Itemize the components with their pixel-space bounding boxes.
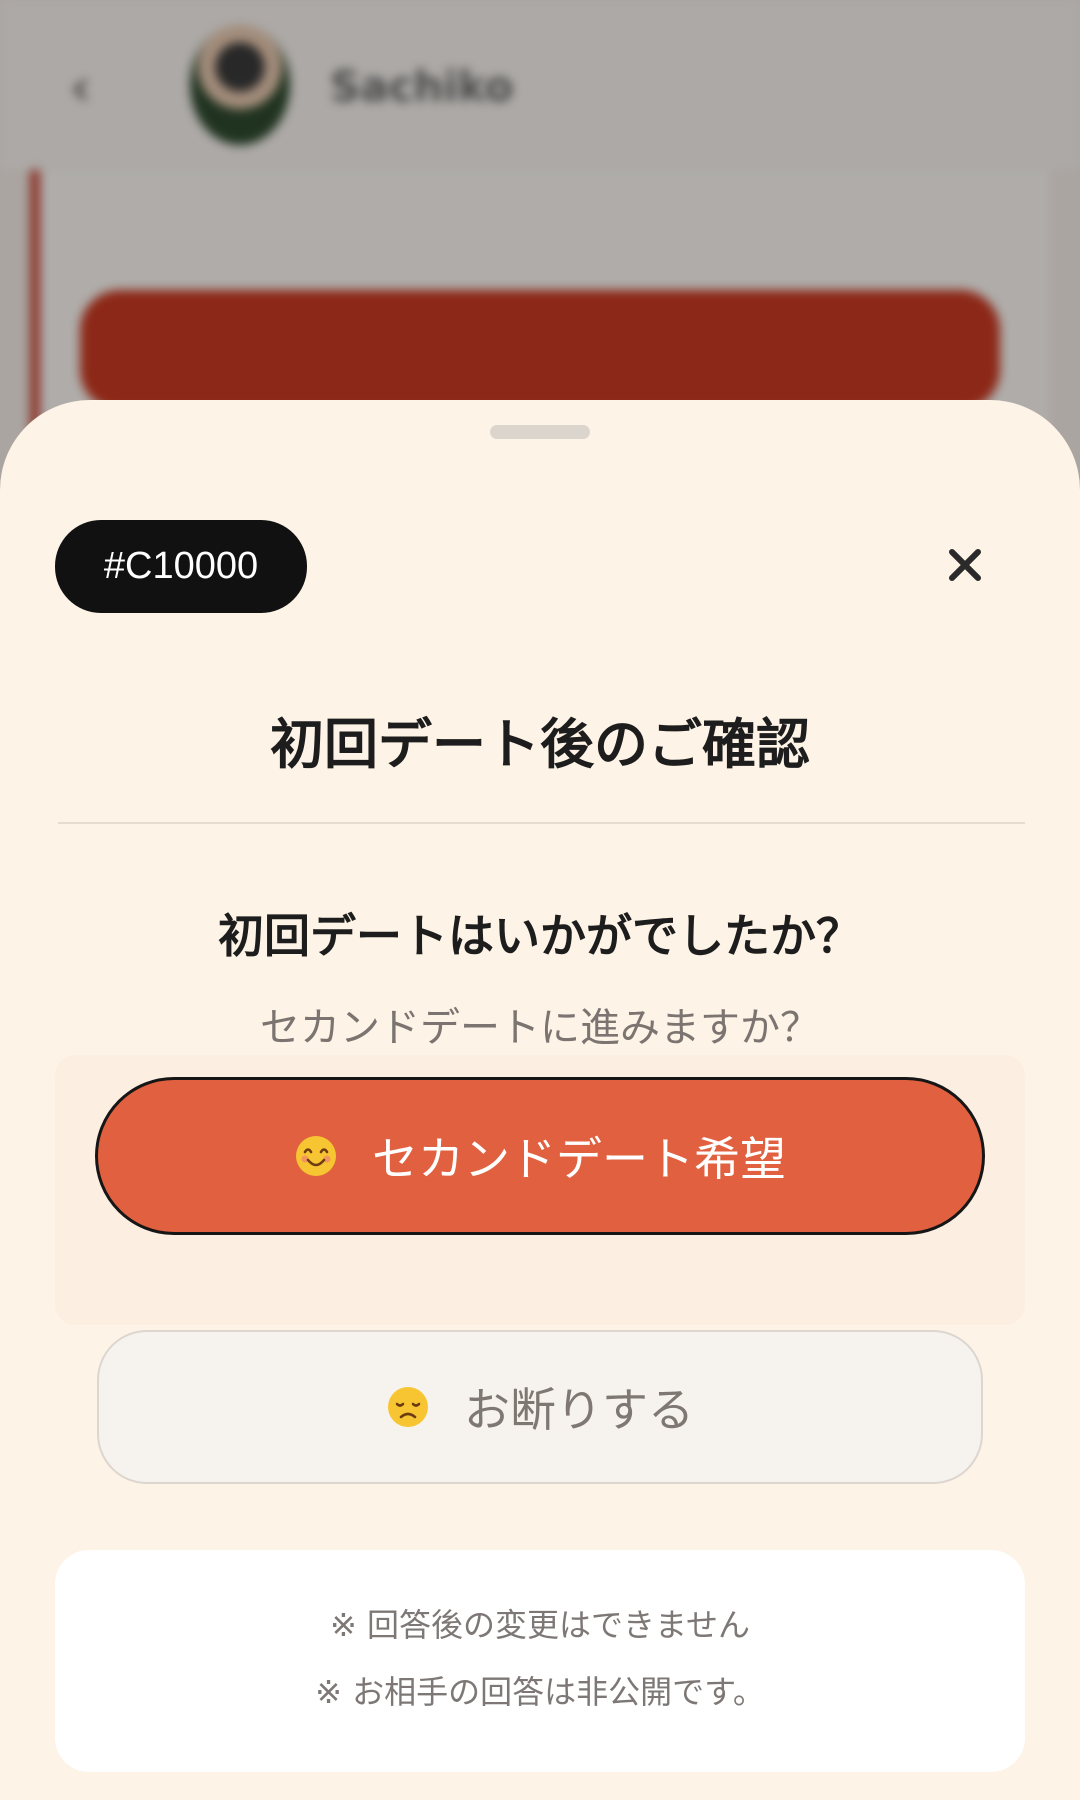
smiling-face-icon bbox=[296, 1136, 336, 1176]
sheet-title: 初回デート後のご確認 bbox=[270, 713, 810, 776]
bottom-sheet: #C10000 初回デート後のご確認 初回デートはいかがでしたか？ セカンドデー… bbox=[0, 400, 1080, 1800]
screen: ‹ Sachiko #C10000 初回デート後のご確認 初回デートはいかがでし… bbox=[0, 0, 1080, 1800]
second-date-button[interactable]: セカンドデート希望 bbox=[95, 1077, 985, 1235]
decline-button[interactable]: お断りする bbox=[97, 1330, 983, 1484]
notice-box: ※ 回答後の変更はできません ※ お相手の回答は非公開です。 bbox=[55, 1550, 1025, 1772]
sub-question-text: セカンドデートに進みますか？ bbox=[260, 1005, 820, 1051]
divider bbox=[58, 822, 1025, 824]
notice-line: ※ 回答後の変更はできません bbox=[329, 1606, 751, 1644]
question-text: 初回デートはいかがでしたか？ bbox=[218, 909, 862, 963]
disappointed-face-icon bbox=[388, 1387, 428, 1427]
notice-line: ※ お相手の回答は非公開です。 bbox=[315, 1673, 765, 1711]
close-button[interactable] bbox=[935, 535, 995, 595]
drag-handle[interactable] bbox=[490, 425, 590, 439]
decline-label: お断りする bbox=[464, 1383, 694, 1437]
id-chip: #C10000 bbox=[55, 520, 307, 613]
close-icon bbox=[949, 549, 981, 581]
second-date-label: セカンドデート希望 bbox=[372, 1132, 786, 1186]
